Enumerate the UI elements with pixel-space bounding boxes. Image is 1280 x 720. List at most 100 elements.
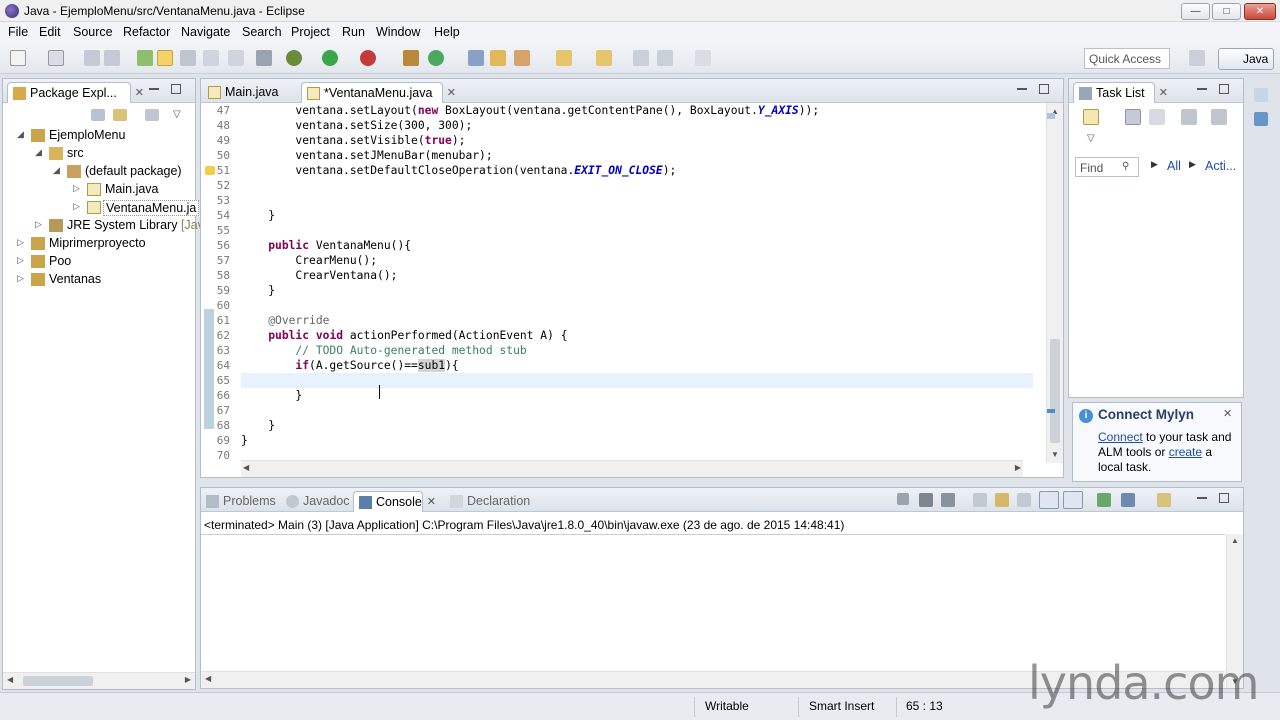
minimize-icon[interactable] xyxy=(1017,84,1027,90)
tab-main-java[interactable]: Main.java xyxy=(203,82,293,103)
open-perspective-icon[interactable] xyxy=(1189,50,1205,66)
scroll-down-icon[interactable]: ▼ xyxy=(1051,450,1059,459)
menu-navigate[interactable]: Navigate xyxy=(181,25,230,39)
close-tab-icon[interactable]: ✕ xyxy=(1159,86,1168,99)
create-link[interactable]: create xyxy=(1169,445,1202,459)
maximize-icon[interactable] xyxy=(171,84,181,94)
tab-javadoc[interactable]: Javadoc xyxy=(281,491,353,512)
scheduled-icon[interactable] xyxy=(1149,109,1165,125)
forward-icon[interactable] xyxy=(695,50,711,66)
chevron-down-icon[interactable]: ▽ xyxy=(1087,133,1095,144)
pin-console-icon[interactable] xyxy=(1097,493,1111,507)
menu-help[interactable]: Help xyxy=(434,25,460,39)
save-all-icon[interactable] xyxy=(104,50,120,66)
tab-ventanamenu-java[interactable]: *VentanaMenu.java ✕ xyxy=(301,82,456,103)
hide-completed-icon[interactable] xyxy=(1211,109,1227,125)
menu-refactor[interactable]: Refactor xyxy=(123,25,170,39)
editor-hscroll[interactable]: ◀ ▶ xyxy=(241,460,1023,477)
paragraph-icon[interactable] xyxy=(228,50,244,66)
search-icon[interactable] xyxy=(514,50,530,66)
coverage-icon[interactable] xyxy=(360,50,376,66)
save-icon[interactable] xyxy=(84,50,100,66)
clear-console-icon[interactable] xyxy=(973,493,987,507)
close-tab-icon[interactable]: ✕ xyxy=(427,495,436,508)
tab-task-list[interactable]: Task List ✕ xyxy=(1073,82,1168,103)
maximize-icon[interactable] xyxy=(1219,84,1229,94)
open-console-icon[interactable] xyxy=(1157,493,1171,507)
maximize-icon[interactable] xyxy=(1219,493,1229,503)
view-menu-icon[interactable] xyxy=(145,109,159,121)
package-explorer-hscroll[interactable]: ◀ ▶ xyxy=(3,672,195,689)
tab-declaration[interactable]: Declaration xyxy=(445,491,545,512)
tab-package-explorer[interactable]: Package Expl... ✕ xyxy=(7,82,144,103)
new-icon[interactable] xyxy=(10,50,26,66)
new-package-icon[interactable] xyxy=(428,50,444,66)
menu-window[interactable]: Window xyxy=(376,25,420,39)
quick-access-input[interactable]: Quick Access xyxy=(1084,48,1170,69)
scroll-left-icon[interactable]: ◀ xyxy=(243,463,249,472)
show-whitespace-icon[interactable] xyxy=(203,50,219,66)
scroll-thumb[interactable] xyxy=(23,676,93,686)
toggle-breadcrumb-icon[interactable] xyxy=(137,50,153,66)
connect-link[interactable]: Connect xyxy=(1098,430,1143,444)
chevron-down-icon[interactable]: ▽ xyxy=(173,109,181,120)
show-stdout-icon[interactable] xyxy=(1039,491,1059,509)
filter-activate-link[interactable]: Acti... xyxy=(1205,159,1236,173)
maximize-button[interactable]: □ xyxy=(1212,3,1241,20)
scroll-right-icon[interactable]: ▶ xyxy=(185,675,191,684)
menu-project[interactable]: Project xyxy=(291,25,330,39)
back-icon[interactable] xyxy=(657,50,673,66)
previous-annotation-icon[interactable] xyxy=(596,50,612,66)
remove-launch-icon[interactable] xyxy=(919,493,933,507)
terminate-icon[interactable] xyxy=(897,493,909,505)
debug-icon[interactable] xyxy=(286,50,302,66)
skip-breakpoints-icon[interactable] xyxy=(256,50,272,66)
tab-console[interactable]: Console ✕ xyxy=(353,491,436,512)
minimize-icon[interactable] xyxy=(1197,493,1207,499)
scroll-left-icon[interactable]: ◀ xyxy=(7,675,13,684)
show-stderr-icon[interactable] xyxy=(1063,491,1083,509)
maximize-icon[interactable] xyxy=(1039,84,1049,94)
scroll-lock-icon[interactable] xyxy=(995,493,1009,507)
open-task-icon[interactable] xyxy=(490,50,506,66)
scroll-left-icon[interactable]: ◀ xyxy=(205,674,211,683)
close-tab-icon[interactable]: ✕ xyxy=(135,86,144,99)
minimize-button[interactable]: — xyxy=(1181,3,1210,20)
project-icon xyxy=(31,255,45,268)
categorized-icon[interactable] xyxy=(1125,109,1141,125)
sync-icon[interactable] xyxy=(1181,109,1197,125)
new-task-icon[interactable] xyxy=(1083,109,1099,125)
close-button[interactable]: ✕ xyxy=(1244,3,1276,20)
new-java-project-icon[interactable] xyxy=(403,50,419,66)
block-selection-icon[interactable] xyxy=(180,50,196,66)
next-annotation-icon[interactable] xyxy=(556,50,572,66)
menu-search[interactable]: Search xyxy=(242,25,282,39)
menu-file[interactable]: File xyxy=(8,25,28,39)
menu-edit[interactable]: Edit xyxy=(39,25,61,39)
task-find-input[interactable]: Find xyxy=(1075,157,1139,177)
collapse-all-icon[interactable] xyxy=(91,109,105,121)
word-wrap-icon[interactable] xyxy=(1017,493,1031,507)
run-icon[interactable] xyxy=(322,50,338,66)
outline-icon[interactable] xyxy=(1254,112,1268,126)
close-tab-icon[interactable]: ✕ xyxy=(447,86,456,99)
scroll-right-icon[interactable]: ▶ xyxy=(1015,463,1021,472)
minimize-icon[interactable] xyxy=(149,84,159,90)
display-console-icon[interactable] xyxy=(1121,493,1135,507)
minimize-icon[interactable] xyxy=(1197,84,1207,90)
menu-run[interactable]: Run xyxy=(342,25,365,39)
restore-icon[interactable] xyxy=(1254,88,1268,102)
open-type-icon[interactable] xyxy=(468,50,484,66)
link-editor-icon[interactable] xyxy=(113,109,127,121)
tab-problems[interactable]: Problems xyxy=(201,491,281,512)
mark-occurrences-icon[interactable] xyxy=(157,50,173,66)
scroll-up-icon[interactable]: ▲ xyxy=(1231,536,1239,545)
close-icon[interactable]: ✕ xyxy=(1223,407,1232,420)
menu-source[interactable]: Source xyxy=(73,25,113,39)
remove-all-icon[interactable] xyxy=(941,493,955,507)
new-wizard-icon[interactable] xyxy=(48,50,64,66)
filter-all-link[interactable]: All xyxy=(1167,159,1181,173)
last-edit-icon[interactable] xyxy=(633,50,649,66)
code-area[interactable]: ventana.setLayout(new BoxLayout(ventana.… xyxy=(201,103,1039,459)
java-perspective-button[interactable]: Java xyxy=(1218,48,1274,70)
